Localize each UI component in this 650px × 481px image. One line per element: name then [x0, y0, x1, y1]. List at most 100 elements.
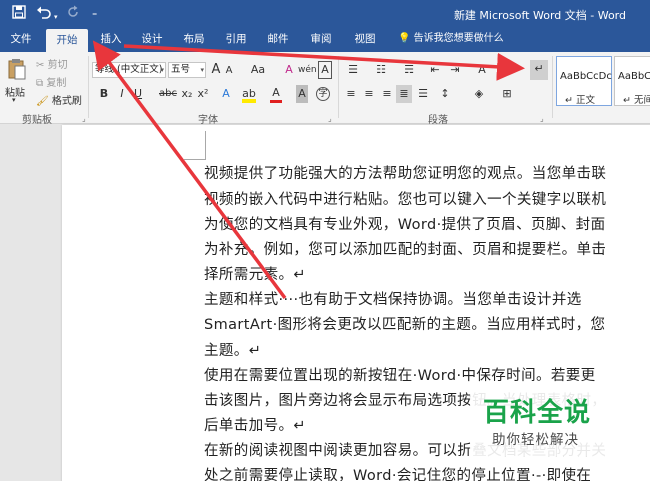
subscript-button[interactable]: x₂ — [180, 85, 194, 103]
font-color-button[interactable]: A — [270, 85, 282, 103]
highlight-button[interactable]: ab — [242, 85, 256, 103]
style-normal[interactable]: AaBbCcDc ↵ 正文 — [556, 56, 612, 106]
tell-me-box[interactable]: 💡 告诉我您想要做什么 — [398, 28, 504, 50]
title-bar: ▾ ₌ 新建 Microsoft Word 文档 - Word — [0, 0, 650, 28]
paragraph-line: SmartArt·图形将会更改以匹配新的主题。当应用样式时，您 — [204, 317, 606, 333]
align-left-icon[interactable]: ≡ — [344, 85, 358, 103]
group-divider — [88, 56, 89, 118]
bullets-icon[interactable]: ☰ — [344, 61, 362, 79]
justify-icon[interactable]: ≣ — [396, 85, 412, 103]
tab-design[interactable]: 设计 — [133, 28, 171, 52]
tell-me-text: 告诉我您想要做什么 — [413, 33, 504, 44]
style-name: ↵ 正文 — [565, 95, 595, 106]
format-painter-label: 格式刷 — [51, 96, 82, 107]
group-divider — [552, 56, 553, 118]
redo-icon[interactable] — [66, 5, 80, 23]
copy-icon: ⧉ — [36, 78, 44, 89]
style-name: ↵ 无间 — [623, 95, 650, 106]
paragraph-line: 为补充。例如，您可以添加匹配的封面、页眉和提要栏。单击 — [204, 242, 607, 258]
copy-button[interactable]: ⧉ 复制 — [36, 74, 66, 89]
shrink-font-button[interactable]: A — [224, 62, 234, 80]
character-shading-button[interactable]: A — [296, 85, 308, 103]
tab-insert[interactable]: 插入 — [92, 28, 130, 52]
enclose-character-button[interactable]: 字 — [316, 87, 330, 101]
tab-mailings[interactable]: 邮件 — [259, 28, 297, 52]
paragraph-group-label: 段落 — [428, 115, 448, 126]
increase-indent-icon[interactable]: ⇥ — [448, 61, 462, 79]
paragraph-launcher-icon[interactable]: ⌟ — [540, 114, 544, 123]
paragraph-line: 主题。↵ — [204, 343, 262, 359]
paragraph-line: 后单击加号。↵ — [204, 418, 306, 434]
font-group-label: 字体 — [198, 115, 218, 126]
clipboard-launcher-icon[interactable]: ⌟ — [82, 114, 86, 123]
font-size-select[interactable]: 五号 ▾ — [168, 62, 206, 78]
chinese-layout-icon[interactable]: A — [474, 61, 490, 79]
align-right-icon[interactable]: ≡ — [380, 85, 394, 103]
text-effects-button[interactable]: A — [220, 85, 232, 103]
numbering-icon[interactable]: ☷ — [372, 61, 390, 79]
paste-button[interactable]: 粘贴 ▾ — [4, 56, 30, 104]
style-sample: AaBbCcDc — [560, 71, 612, 82]
multilevel-list-icon[interactable]: ☴ — [400, 61, 418, 79]
sort-icon[interactable]: A↓ — [504, 61, 520, 79]
clipboard-group-label: 剪贴板 — [22, 115, 52, 126]
format-painter-button[interactable]: 🖌 格式刷 — [36, 92, 82, 107]
character-border-button[interactable]: A — [318, 61, 332, 79]
font-size-value: 五号 — [171, 64, 191, 75]
tab-view[interactable]: 视图 — [345, 28, 385, 52]
font-launcher-icon[interactable]: ⌟ — [328, 114, 332, 123]
margin-mark — [184, 159, 206, 160]
paragraph-line: 视频的嵌入代码中进行粘贴。您也可以键入一个关键字以联机 — [204, 192, 607, 208]
show-hide-marks-icon[interactable]: ↵ — [530, 60, 548, 80]
font-name-select[interactable]: 等线 (中文正文) ▾ — [92, 62, 166, 78]
grow-font-button[interactable]: A — [210, 61, 222, 79]
margin-mark — [205, 131, 206, 160]
cut-button[interactable]: ✂ 剪切 — [36, 56, 68, 71]
distributed-icon[interactable]: ☰ — [416, 85, 430, 103]
save-icon[interactable] — [12, 5, 26, 23]
clear-format-button[interactable]: A — [282, 61, 296, 79]
chevron-down-icon: ▾ — [200, 66, 204, 74]
paragraph-line: 使用在需要位置出现的新按钮在·Word·中保存时间。若要更 — [204, 368, 596, 384]
underline-button[interactable]: U — [132, 85, 144, 103]
tab-home[interactable]: 开始 — [46, 29, 88, 52]
borders-icon[interactable]: ⊞ — [498, 85, 516, 103]
undo-icon[interactable] — [36, 5, 52, 23]
font-name-value: 等线 (中文正文) — [95, 64, 163, 75]
phonetic-guide-button[interactable]: wén — [298, 61, 317, 79]
chevron-down-icon: ▾ — [160, 66, 164, 74]
undo-dropdown-icon[interactable]: ▾ — [54, 9, 58, 25]
italic-button[interactable]: I — [116, 85, 128, 103]
paragraph-line: 为使您的文档具有专业外观，Word·提供了页眉、页脚、封面 — [204, 217, 606, 233]
cut-label: 剪切 — [47, 60, 68, 71]
paragraph-line: 主题和样式····也有助于文档保持协调。当您单击设计并选 — [204, 292, 582, 308]
watermark-subtitle: 助你轻松解决 — [492, 432, 579, 448]
superscript-button[interactable]: x² — [196, 85, 210, 103]
tab-file[interactable]: 文件 — [2, 28, 40, 52]
style-no-spacing[interactable]: AaBbCcDc ↵ 无间 — [614, 56, 650, 106]
scissors-icon: ✂ — [36, 60, 45, 71]
paste-dropdown-icon: ▾ — [12, 96, 16, 104]
bold-button[interactable]: B — [98, 85, 110, 103]
change-case-button[interactable]: Aa — [248, 61, 268, 79]
align-center-icon[interactable]: ≡ — [362, 85, 376, 103]
watermark-title: 百科全说 — [483, 398, 592, 428]
paragraph-line: 处之前需要停止读取，Word·会记住您的停止位置·-·即使在 — [204, 468, 592, 481]
ribbon-tabs: 文件 开始 插入 设计 布局 引用 邮件 审阅 视图 💡 告诉我您想要做什么 — [0, 28, 650, 52]
group-divider — [338, 56, 339, 118]
copy-label: 复制 — [46, 78, 67, 89]
line-spacing-icon[interactable]: ↕ — [436, 85, 454, 103]
customize-qat-icon[interactable]: ₌ — [92, 6, 97, 22]
style-sample: AaBbCcDc — [618, 71, 650, 82]
paragraph-line: 视频提供了功能强大的方法帮助您证明您的观点。当您单击联 — [204, 166, 607, 182]
shading-icon[interactable]: ◈ — [470, 85, 488, 103]
tab-layout[interactable]: 布局 — [175, 28, 213, 52]
tab-references[interactable]: 引用 — [217, 28, 255, 52]
tab-review[interactable]: 审阅 — [302, 28, 340, 52]
paintbrush-icon: 🖌 — [36, 96, 49, 107]
strikethrough-button[interactable]: abc — [158, 85, 178, 103]
paragraph-line: 择所需元素。↵ — [204, 267, 306, 283]
lightbulb-icon: 💡 — [398, 33, 411, 44]
decrease-indent-icon[interactable]: ⇤ — [428, 61, 442, 79]
window-title: 新建 Microsoft Word 文档 - Word — [453, 9, 626, 22]
